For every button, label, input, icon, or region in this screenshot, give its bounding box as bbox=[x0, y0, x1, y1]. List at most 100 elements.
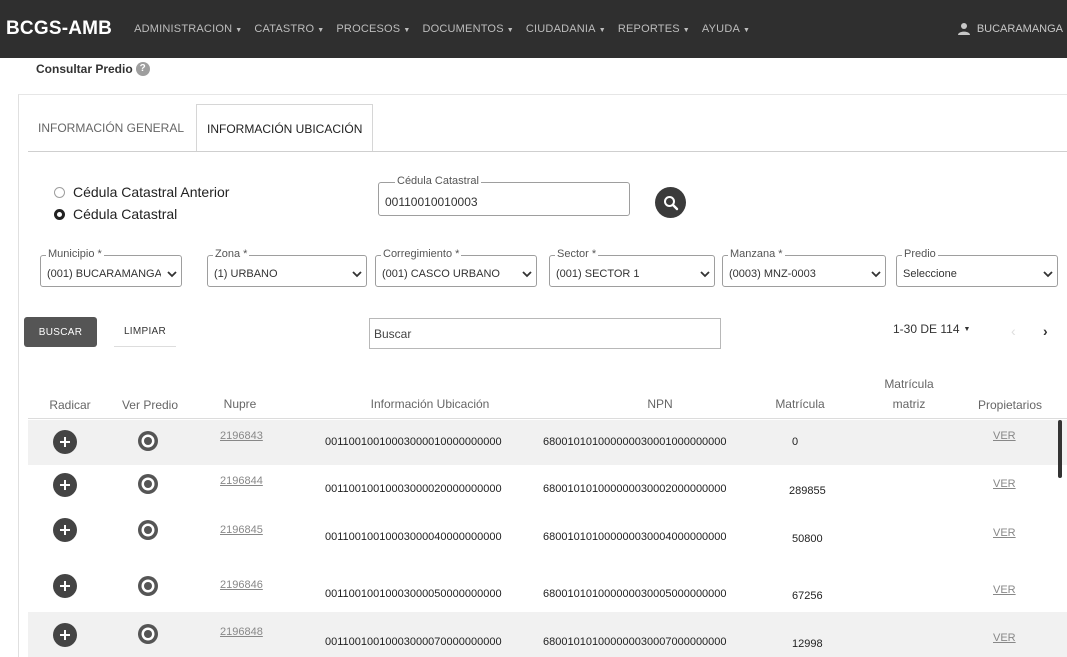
prev-page-button[interactable]: ‹ bbox=[1011, 323, 1016, 339]
add-radicar-button[interactable] bbox=[53, 518, 77, 542]
chevron-down-icon bbox=[1043, 271, 1053, 278]
nupre-link[interactable]: 2196844 bbox=[220, 475, 263, 487]
npn-cell: 680010101000000030002000000000 bbox=[543, 483, 727, 495]
nupre-link[interactable]: 2196846 bbox=[220, 579, 263, 591]
magnifier-icon bbox=[663, 195, 678, 210]
caret-down-icon: ▼ bbox=[682, 27, 690, 34]
view-predio-button[interactable] bbox=[136, 622, 160, 646]
header-nupre: Nupre bbox=[223, 397, 257, 411]
table-header-divider bbox=[28, 418, 1067, 419]
info-ubicacion-cell: 00110010010003000040000000000 bbox=[325, 531, 502, 543]
radio-cedula-catastral[interactable]: Cédula Catastral bbox=[54, 206, 177, 222]
npn-cell: 680010101000000030001000000000 bbox=[543, 436, 727, 448]
limpiar-button[interactable]: LIMPIAR bbox=[114, 317, 176, 347]
add-radicar-button[interactable] bbox=[53, 430, 77, 454]
nupre-link[interactable]: 2196845 bbox=[220, 524, 263, 536]
user-name: BUCARAMANGA bbox=[976, 23, 1063, 35]
radio-unchecked-icon[interactable] bbox=[54, 186, 65, 198]
caret-down-icon: ▼ bbox=[506, 27, 514, 34]
pagination-range[interactable]: 1-30 DE 114 ▼ bbox=[893, 322, 970, 336]
manzana-select[interactable]: Manzana * (0003) MNZ-0003 bbox=[722, 248, 886, 287]
plus-icon bbox=[60, 525, 70, 535]
search-button[interactable] bbox=[655, 187, 686, 218]
npn-cell: 680010101000000030004000000000 bbox=[543, 531, 727, 543]
caret-down-icon: ▼ bbox=[403, 27, 411, 34]
propietarios-ver-link[interactable]: VER bbox=[993, 584, 1016, 596]
propietarios-ver-link[interactable]: VER bbox=[993, 478, 1016, 490]
plus-icon bbox=[60, 480, 70, 490]
add-radicar-button[interactable] bbox=[53, 574, 77, 598]
table-row: 2196846 00110010010003000050000000000 68… bbox=[28, 555, 1067, 602]
predio-select[interactable]: Predio Seleccione bbox=[896, 248, 1058, 287]
table-row: 2196844 00110010010003000020000000000 68… bbox=[28, 465, 1067, 510]
table-search-box bbox=[369, 318, 721, 349]
menu-reportes[interactable]: REPORTES ▼ bbox=[618, 23, 690, 35]
menu-administracion[interactable]: ADMINISTRACION ▼ bbox=[134, 23, 242, 35]
cedula-catastral-value[interactable]: 00110010010003 bbox=[385, 195, 478, 209]
zona-select[interactable]: Zona * (1) URBANO bbox=[207, 248, 367, 287]
caret-down-icon: ▼ bbox=[235, 27, 243, 34]
chevron-down-icon bbox=[167, 271, 177, 278]
user-icon bbox=[957, 23, 970, 35]
cedula-catastral-field[interactable]: Cédula Catastral 00110010010003 bbox=[378, 175, 630, 216]
page-title: Consultar Predio bbox=[36, 62, 133, 76]
view-predio-button[interactable] bbox=[136, 429, 160, 453]
chevron-down-icon bbox=[352, 271, 362, 278]
table-scrollbar[interactable] bbox=[1058, 420, 1062, 478]
view-predio-button[interactable] bbox=[136, 518, 160, 542]
menu-procesos[interactable]: PROCESOS ▼ bbox=[336, 23, 410, 35]
radio-cedula-anterior[interactable]: Cédula Catastral Anterior bbox=[54, 184, 229, 200]
main-menu: ADMINISTRACION ▼ CATASTRO ▼ PROCESOS ▼ DOCU… bbox=[134, 23, 762, 35]
chevron-down-icon bbox=[700, 271, 710, 278]
plus-icon bbox=[60, 630, 70, 640]
caret-down-icon: ▼ bbox=[317, 27, 325, 34]
chevron-down-icon bbox=[871, 271, 881, 278]
user-menu[interactable]: BUCARAMANGA bbox=[957, 0, 1063, 58]
add-radicar-button[interactable] bbox=[53, 473, 77, 497]
nupre-link[interactable]: 2196843 bbox=[220, 430, 263, 442]
npn-cell: 680010101000000030005000000000 bbox=[543, 588, 727, 600]
cedula-catastral-label: Cédula Catastral bbox=[395, 175, 481, 187]
menu-ciudadania[interactable]: CIUDADANIA ▼ bbox=[526, 23, 606, 35]
app-brand[interactable]: BCGS-AMB bbox=[6, 18, 112, 40]
table-row: 2196843 00110010010003000010000000000 68… bbox=[28, 420, 1067, 465]
corregimiento-select[interactable]: Corregimiento * (001) CASCO URBANO bbox=[375, 248, 537, 287]
buscar-button[interactable]: BUSCAR bbox=[24, 317, 97, 347]
sector-select[interactable]: Sector * (001) SECTOR 1 bbox=[549, 248, 715, 287]
matricula-cell: 12998 bbox=[792, 638, 823, 650]
header-propietarios: Propietarios bbox=[977, 398, 1043, 412]
table-row: 2196848 00110010010003000070000000000 68… bbox=[28, 612, 1067, 657]
caret-down-icon: ▼ bbox=[963, 325, 971, 333]
propietarios-ver-link[interactable]: VER bbox=[993, 632, 1016, 644]
propietarios-ver-link[interactable]: VER bbox=[993, 430, 1016, 442]
tab-informacion-general[interactable]: INFORMACIÓN GENERAL bbox=[32, 104, 190, 152]
header-npn: NPN bbox=[647, 397, 673, 411]
plus-icon bbox=[60, 581, 70, 591]
next-page-button[interactable]: › bbox=[1043, 323, 1048, 339]
chevron-down-icon bbox=[522, 271, 532, 278]
matricula-cell: 0 bbox=[792, 436, 799, 448]
propietarios-ver-link[interactable]: VER bbox=[993, 527, 1016, 539]
header-radicar: Radicar bbox=[49, 398, 91, 412]
header-matricula-matriz: Matrícula matriz bbox=[884, 377, 934, 411]
menu-ayuda[interactable]: AYUDA ▼ bbox=[702, 23, 750, 35]
table-search-input[interactable] bbox=[370, 319, 720, 348]
info-ubicacion-cell: 00110010010003000020000000000 bbox=[325, 483, 502, 495]
view-predio-button[interactable] bbox=[136, 574, 160, 598]
help-circle-icon[interactable]: ? bbox=[135, 62, 150, 76]
add-radicar-button[interactable] bbox=[53, 623, 77, 647]
view-predio-button[interactable] bbox=[136, 472, 160, 496]
tabs-divider bbox=[28, 151, 1067, 152]
municipio-select[interactable]: Municipio * (001) BUCARAMANGA bbox=[40, 248, 182, 287]
caret-down-icon: ▼ bbox=[598, 27, 606, 34]
tab-informacion-ubicacion[interactable]: INFORMACIÓN UBICACIÓN bbox=[196, 104, 374, 152]
tab-bar: INFORMACIÓN GENERAL INFORMACIÓN UBICACIÓ… bbox=[32, 104, 374, 152]
plus-icon bbox=[60, 437, 70, 447]
matricula-cell: 67256 bbox=[792, 590, 823, 602]
matricula-cell: 50800 bbox=[792, 533, 823, 545]
menu-documentos[interactable]: DOCUMENTOS ▼ bbox=[422, 23, 513, 35]
info-ubicacion-cell: 00110010010003000010000000000 bbox=[325, 436, 502, 448]
menu-catastro[interactable]: CATASTRO ▼ bbox=[254, 23, 324, 35]
nupre-link[interactable]: 2196848 bbox=[220, 626, 263, 638]
radio-checked-icon[interactable] bbox=[54, 208, 65, 220]
